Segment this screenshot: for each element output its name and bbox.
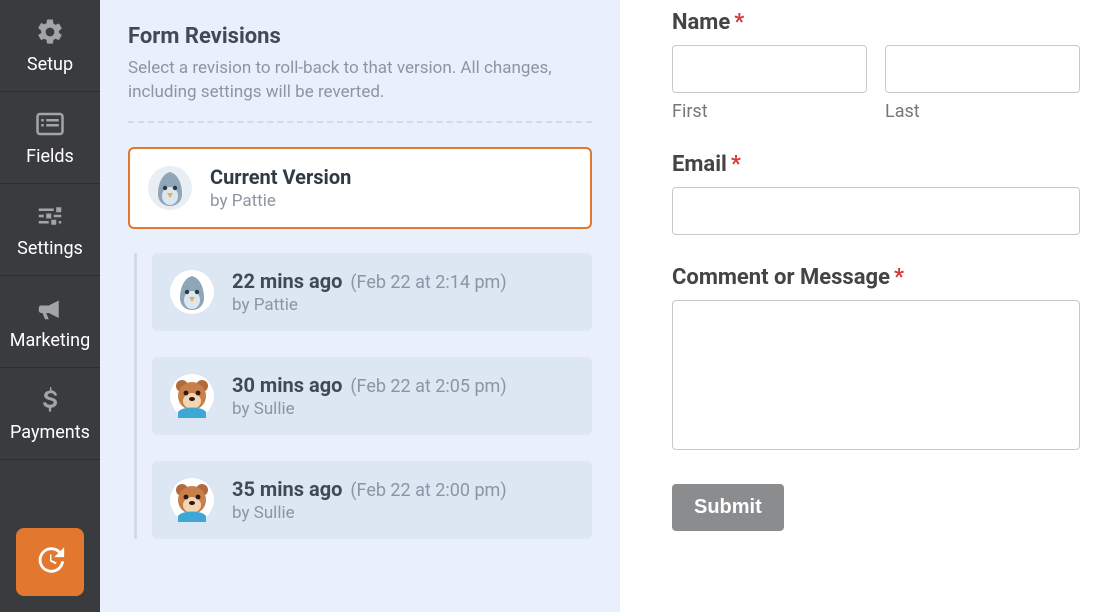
sidebar-item-marketing[interactable]: Marketing — [0, 276, 100, 368]
required-asterisk: * — [894, 265, 904, 290]
required-asterisk: * — [731, 152, 741, 177]
sidebar-item-setup[interactable]: Setup — [0, 0, 100, 92]
sidebar-label: Settings — [17, 238, 83, 259]
revision-current-byline: by Pattie — [210, 191, 351, 211]
message-textarea[interactable] — [672, 300, 1080, 450]
name-label: Name* — [672, 10, 1080, 35]
revision-byline: by Sullie — [232, 503, 507, 523]
revision-byline: by Pattie — [232, 295, 507, 315]
form-preview: Name* First Last Email* Comment or Messa… — [620, 0, 1116, 612]
revision-time-row: 30 mins ago (Feb 22 at 2:05 pm) — [232, 373, 507, 397]
email-input[interactable] — [672, 187, 1080, 235]
avatar-bird-icon — [170, 270, 214, 314]
revision-current-title: Current Version — [210, 165, 351, 189]
revisions-history-button[interactable] — [16, 528, 84, 596]
first-name-input[interactable] — [672, 45, 867, 93]
sidebar-label: Marketing — [10, 330, 90, 351]
avatar-bird-icon — [148, 166, 192, 210]
sidebar-label: Setup — [27, 54, 73, 75]
revisions-title: Form Revisions — [128, 24, 592, 49]
avatar-bear-icon — [170, 374, 214, 418]
revision-item[interactable]: 22 mins ago (Feb 22 at 2:14 pm) by Patti… — [152, 253, 592, 331]
revision-byline: by Sullie — [232, 399, 507, 419]
sidebar-item-settings[interactable]: Settings — [0, 184, 100, 276]
sidebar-item-payments[interactable]: Payments — [0, 368, 100, 460]
revision-list: 22 mins ago (Feb 22 at 2:14 pm) by Patti… — [128, 253, 592, 539]
message-label: Comment or Message* — [672, 265, 1080, 290]
revision-current[interactable]: Current Version by Pattie — [128, 147, 592, 229]
sidebar-label: Payments — [10, 422, 90, 443]
revision-time-row: 22 mins ago (Feb 22 at 2:14 pm) — [232, 269, 507, 293]
revision-item[interactable]: 35 mins ago (Feb 22 at 2:00 pm) by Sulli… — [152, 461, 592, 539]
gear-icon — [34, 16, 66, 48]
builder-sidebar: Setup Fields Settings Marketing Payments — [0, 0, 100, 612]
revision-item[interactable]: 30 mins ago (Feb 22 at 2:05 pm) by Sulli… — [152, 357, 592, 435]
required-asterisk: * — [734, 10, 744, 35]
divider — [128, 121, 592, 123]
revisions-description: Select a revision to roll-back to that v… — [128, 57, 592, 105]
list-icon — [34, 108, 66, 140]
avatar-bear-icon — [170, 478, 214, 522]
revisions-panel: Form Revisions Select a revision to roll… — [100, 0, 620, 612]
sidebar-label: Fields — [26, 146, 74, 167]
revision-time-row: 35 mins ago (Feb 22 at 2:00 pm) — [232, 477, 507, 501]
email-label: Email* — [672, 152, 1080, 177]
submit-button[interactable]: Submit — [672, 484, 784, 531]
history-icon — [33, 543, 67, 581]
bullhorn-icon — [34, 292, 66, 324]
last-name-input[interactable] — [885, 45, 1080, 93]
first-sublabel: First — [672, 101, 867, 122]
dollar-icon — [34, 384, 66, 416]
sidebar-item-fields[interactable]: Fields — [0, 92, 100, 184]
sliders-icon — [34, 200, 66, 232]
last-sublabel: Last — [885, 101, 1080, 122]
